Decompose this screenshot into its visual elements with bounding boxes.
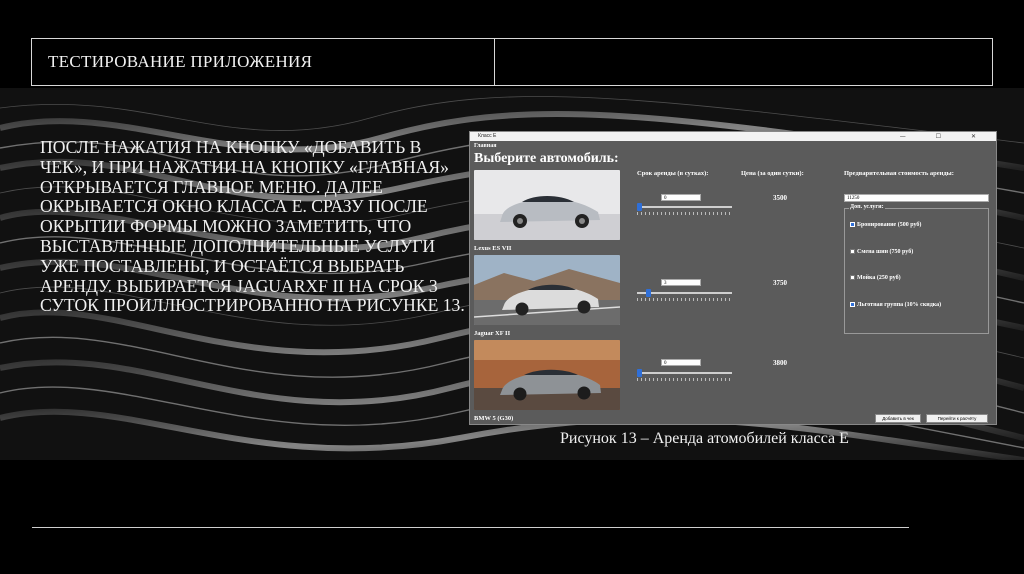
checkbox-icon[interactable] — [850, 222, 855, 227]
service-tires-checkbox[interactable]: Смена шин (750 руб) — [850, 249, 913, 255]
car-name-lexus: Lexus ES VII — [474, 245, 512, 252]
footer-divider — [32, 527, 909, 528]
app-screenshot: Класс Е — ☐ ✕ Главная Выберите автомобил… — [469, 131, 997, 425]
col-price-label: Цена (за один сутки): — [741, 170, 804, 177]
service-wash-checkbox[interactable]: Мойка (250 руб) — [850, 275, 901, 281]
days-input-bmw[interactable]: 0 — [661, 359, 701, 366]
price-lexus: 3500 — [773, 194, 787, 202]
car-name-bmw: BMW 5 (G30) — [474, 415, 514, 422]
slider-ticks — [637, 378, 732, 381]
checkbox-icon[interactable] — [850, 249, 855, 254]
days-slider-jaguar[interactable] — [637, 289, 732, 297]
car-image-jaguar — [474, 255, 620, 325]
services-group: Доп. услуги: Бронирование (500 руб) Смен… — [844, 204, 989, 334]
slider-ticks — [637, 212, 732, 215]
menu-main[interactable]: Главная — [474, 143, 496, 149]
add-to-check-button[interactable]: Добавить в чек — [875, 414, 921, 423]
window-title: Класс Е — [478, 133, 497, 139]
title-frame-extension — [495, 38, 993, 86]
go-to-calculation-button[interactable]: Перейти к расчёту — [926, 414, 988, 423]
slider-thumb[interactable] — [637, 369, 642, 377]
total-cost-field[interactable]: 11250 — [844, 194, 989, 202]
choose-car-heading: Выберите автомобиль: — [474, 151, 619, 166]
price-bmw: 3800 — [773, 359, 787, 367]
days-slider-lexus[interactable] — [637, 203, 732, 211]
car-image-bmw — [474, 340, 620, 410]
service-booking-checkbox[interactable]: Бронирование (500 руб) — [850, 222, 921, 228]
slider-ticks — [637, 298, 732, 301]
window-title-bar: Класс Е — ☐ ✕ — [470, 132, 996, 141]
price-jaguar: 3750 — [773, 279, 787, 287]
slider-thumb[interactable] — [637, 203, 642, 211]
slide-body-text: После нажатия на кнопку «Добавить в чек»… — [40, 137, 465, 316]
days-input-jaguar[interactable]: 3 — [661, 279, 701, 286]
figure-caption: Рисунок 13 – Аренда атомобилей класса Е — [560, 430, 849, 447]
col-term-label: Срок аренды (в сутках): — [637, 170, 709, 177]
days-input-lexus[interactable]: 0 — [661, 194, 701, 201]
checkbox-icon[interactable] — [850, 275, 855, 280]
car-image-lexus — [474, 170, 620, 240]
days-slider-bmw[interactable] — [637, 369, 732, 377]
car-name-jaguar: Jaguar XF II — [474, 330, 511, 337]
services-group-label: Доп. услуги: — [849, 204, 885, 210]
window-controls[interactable]: — ☐ ✕ — [900, 132, 990, 141]
checkbox-icon[interactable] — [850, 302, 855, 307]
service-discount-checkbox[interactable]: Льготная группа (10% скидка) — [850, 302, 941, 308]
col-total-label: Предварительная стоимость аренды: — [844, 170, 954, 177]
slide-title: ТЕСТИРОВАНИЕ ПРИЛОЖЕНИЯ — [48, 52, 313, 71]
slider-thumb[interactable] — [646, 289, 651, 297]
